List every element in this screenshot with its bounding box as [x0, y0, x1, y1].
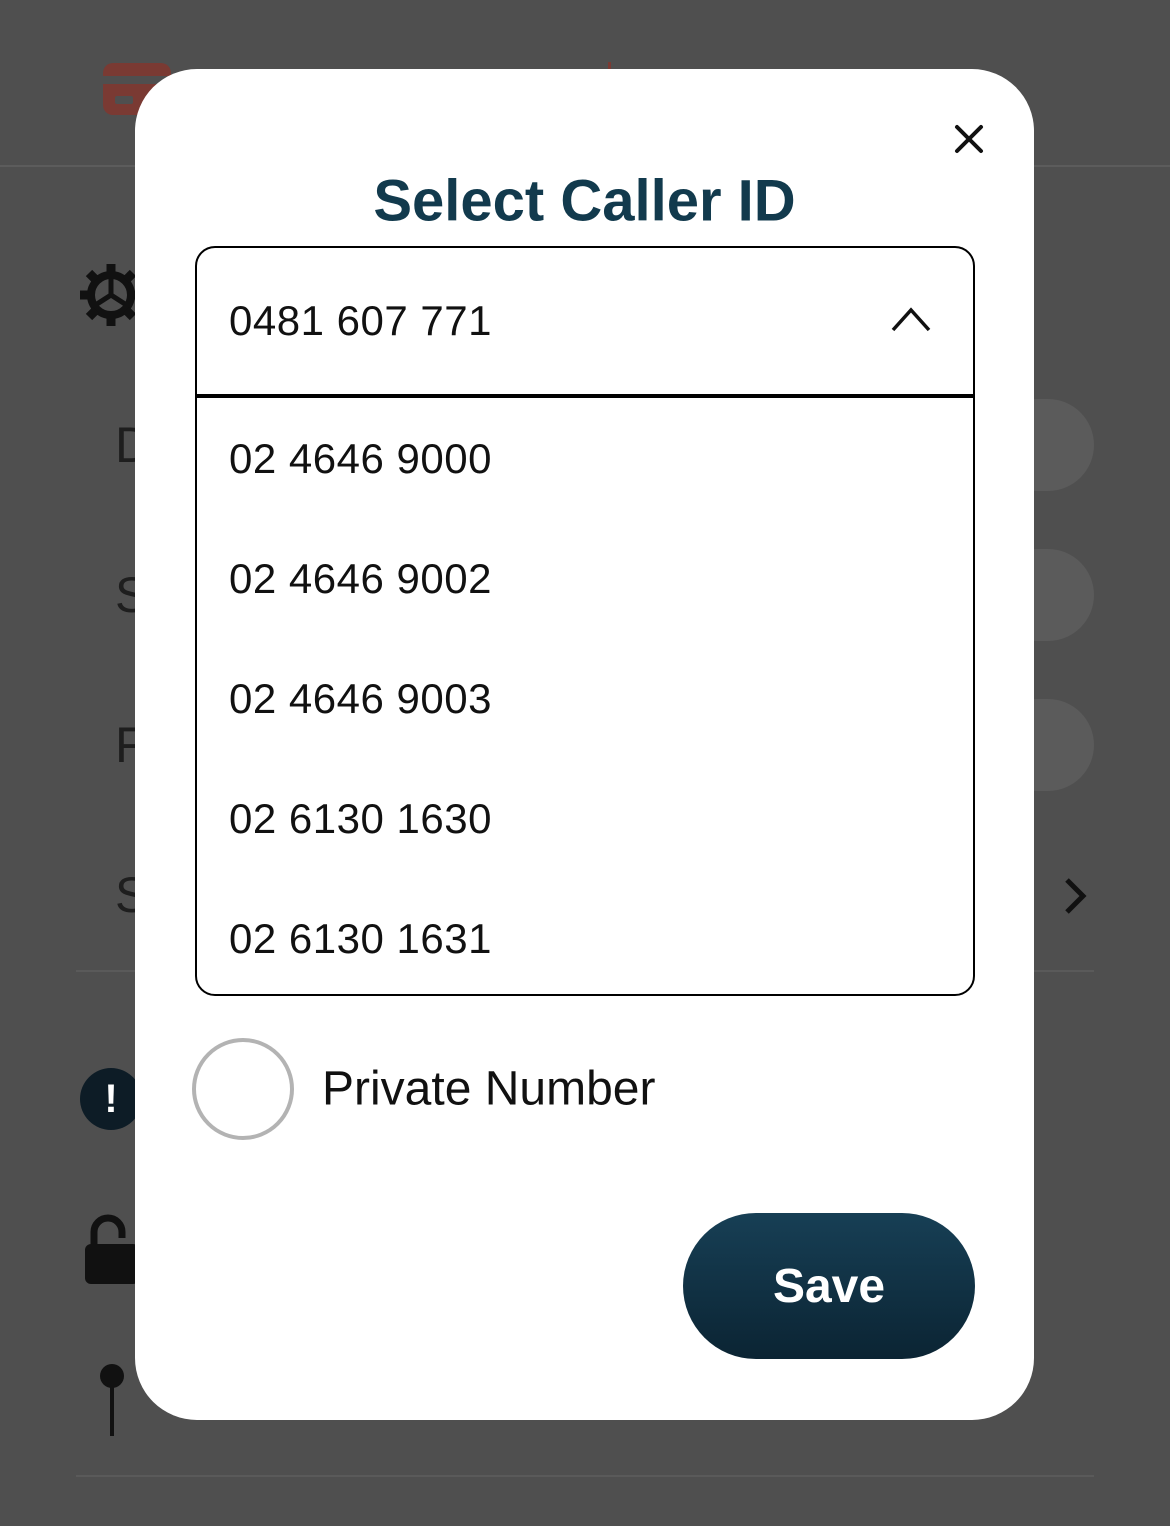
caller-id-dropdown: 0481 607 771 02 4646 9000 02 4646 9002 0… — [195, 246, 975, 996]
caller-id-option-label: 02 4646 9000 — [229, 435, 492, 482]
caller-id-option[interactable]: 02 6130 1631 — [197, 878, 973, 994]
alert-icon: ! — [80, 1068, 142, 1130]
caller-id-options: 02 4646 9000 02 4646 9002 02 4646 9003 0… — [197, 398, 973, 994]
caller-id-option-label: 02 4646 9002 — [229, 555, 492, 602]
caller-id-select[interactable]: 0481 607 771 — [197, 248, 973, 398]
caller-id-option-label: 02 6130 1631 — [229, 915, 492, 962]
caller-id-option[interactable]: 02 6130 1630 — [197, 758, 973, 878]
lock-icon — [85, 1214, 139, 1284]
caller-id-option[interactable]: 02 4646 9002 — [197, 518, 973, 638]
private-number-radio[interactable] — [192, 1038, 294, 1140]
selected-caller-id: 0481 607 771 — [229, 297, 492, 344]
save-button[interactable]: Save — [683, 1213, 975, 1359]
background-divider — [76, 1475, 1094, 1477]
close-icon[interactable] — [947, 117, 991, 161]
private-number-label: Private Number — [322, 1062, 656, 1116]
chevron-right-icon — [1065, 878, 1087, 914]
select-caller-id-dialog: Select Caller ID 0481 607 771 02 4646 90… — [135, 69, 1034, 1420]
caller-id-option[interactable]: 02 4646 9003 — [197, 638, 973, 758]
chevron-up-icon[interactable] — [889, 304, 933, 334]
private-number-option[interactable]: Private Number — [192, 1038, 792, 1140]
pin-icon — [100, 1364, 124, 1436]
caller-id-option-label: 02 6130 1630 — [229, 795, 492, 842]
caller-id-option-label: 02 4646 9003 — [229, 675, 492, 722]
caller-id-option[interactable]: 02 4646 9000 — [197, 398, 973, 518]
dialog-title: Select Caller ID — [373, 168, 796, 234]
